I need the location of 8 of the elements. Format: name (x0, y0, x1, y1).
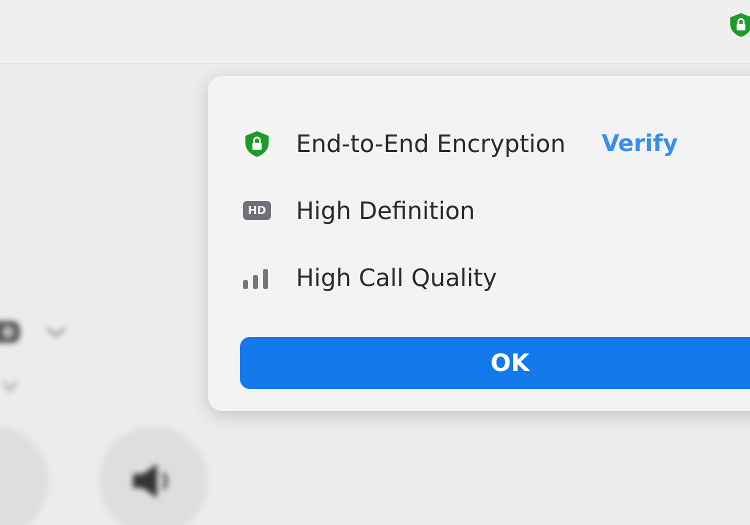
ok-button[interactable]: OK (240, 337, 750, 389)
feature-label: End-to-End Encryption (296, 130, 566, 158)
feature-label: High Definition (296, 196, 476, 224)
shield-lock-icon (243, 130, 271, 158)
feature-label: High Call Quality (296, 264, 497, 292)
shield-lock-icon[interactable] (728, 12, 750, 38)
verify-link[interactable]: Verify (602, 130, 678, 156)
hd-label: HD (242, 201, 272, 220)
